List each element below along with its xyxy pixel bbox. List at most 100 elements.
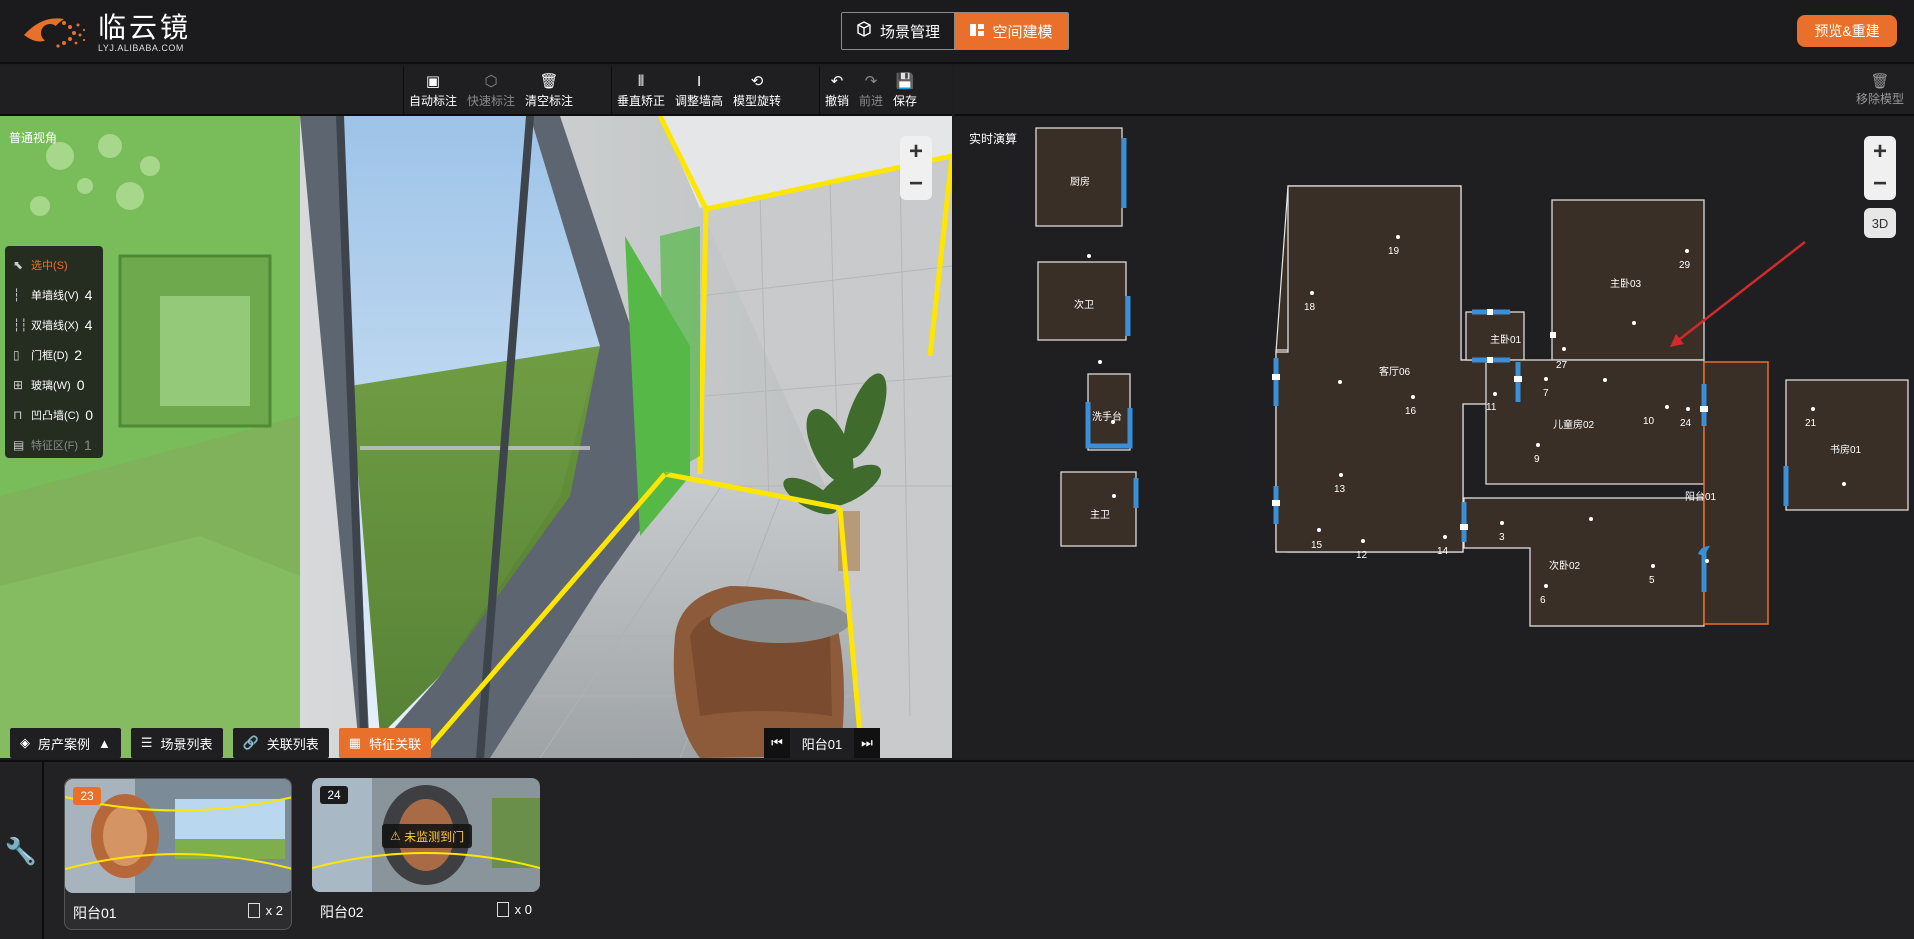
wrench-icon[interactable]: 🔧: [0, 762, 44, 939]
select-tool[interactable]: ⬉ 选中(S): [5, 250, 103, 280]
clear-mark-button[interactable]: 🗑 清空标注: [520, 66, 578, 114]
single-wall-tool[interactable]: ┆ 单墙线(V) 4: [5, 280, 103, 310]
undo-button[interactable]: ↶ 撤销: [820, 66, 854, 114]
zoom-out-button[interactable]: −: [900, 168, 932, 200]
single-wall-label: 单墙线(V): [31, 290, 79, 302]
point-label: 24: [1680, 418, 1692, 429]
plan-zoom-in-button[interactable]: +: [1864, 136, 1896, 168]
cursor-icon: ⬉: [13, 258, 24, 272]
save-label: 保存: [893, 93, 918, 108]
logo-domain: LYJ.ALIBABA.COM: [98, 43, 184, 53]
glass-tool[interactable]: ⊞ 玻璃(W) 0: [5, 370, 103, 400]
house-case-tab[interactable]: ◈ 房产案例 ▲: [10, 728, 121, 758]
point-label: 6: [1540, 595, 1546, 606]
door-icon: [496, 902, 509, 917]
scene-thumb-door-count: x 2: [247, 903, 283, 918]
rotate-model-button[interactable]: ⟲ 模型旋转: [728, 66, 786, 114]
undo-icon: ↶: [830, 72, 844, 90]
point-label: 11: [1486, 402, 1497, 413]
no-door-warning: ⚠ 未监测到门: [382, 824, 473, 848]
auto-mark-icon: ▣: [425, 72, 441, 90]
toggle-3d-button[interactable]: 3D: [1864, 208, 1896, 238]
single-wall-icon: ┆: [13, 288, 21, 302]
room-label-second-bath: 次卫: [1074, 300, 1094, 311]
next-scene-button[interactable]: ⏭: [854, 728, 880, 758]
vertical-fix-button[interactable]: ⦀ 垂直矫正: [612, 66, 670, 114]
clear-mark-label: 清空标注: [525, 93, 574, 108]
link-list-tab[interactable]: 🔗 关联列表: [232, 728, 329, 758]
logo-title: 临云镜: [98, 11, 192, 44]
panorama-scene: [0, 116, 952, 758]
quick-mark-icon: ⬡: [484, 72, 498, 90]
link-list-label: 关联列表: [266, 736, 319, 752]
scene-thumb-2[interactable]: 24 ⚠ 未监测到门 阳台02 x 0: [312, 778, 540, 930]
scene-thumb-1[interactable]: 23 阳台01 x 2: [64, 778, 292, 930]
scene-thumb-badge: 24: [320, 786, 348, 804]
zoom-in-button[interactable]: +: [900, 136, 932, 168]
door-frame-tool[interactable]: ▯ 门框(D) 2: [5, 340, 103, 370]
door-icon: [247, 903, 260, 918]
save-button[interactable]: 💾 保存: [888, 66, 922, 114]
door-count-value: x 2: [265, 903, 283, 918]
room-label-master01: 主卧01: [1490, 335, 1522, 346]
plan-zoom-out-button[interactable]: −: [1864, 168, 1896, 200]
double-wall-label: 双墙线(X): [31, 320, 79, 332]
point-label: 27: [1556, 360, 1568, 371]
single-wall-count: 4: [84, 287, 93, 303]
view-mode-label: 普通视角: [9, 131, 58, 145]
scene-list-tab[interactable]: ☰ 场景列表: [130, 728, 223, 758]
preview-rebuild-button[interactable]: 预览&重建: [1797, 15, 1897, 47]
adjust-tools: ⦀ 垂直矫正 Ι 调整墙高 ⟲ 模型旋转: [611, 66, 786, 114]
remove-model-button[interactable]: 🗑 移除模型: [1856, 72, 1904, 107]
scene-thumb-name: 阳台01: [73, 905, 117, 921]
point-label: 13: [1334, 484, 1346, 495]
mode-switch: 场景管理 空间建模: [841, 12, 1069, 50]
plan-zoom-control: + −: [1864, 136, 1896, 200]
redo-button[interactable]: ↷ 前进: [854, 66, 888, 114]
scene-thumbnail-strip: 🔧 23 阳台01 x 2 24 ⚠ 未监测到门 阳台02 x 0: [0, 760, 1914, 939]
panorama-view[interactable]: 普通视角 + − ⬉ 选中(S) ┆ 单墙线(V) 4 ┆┆ 双墙线(X) 4 ▯ 门框(D…: [0, 116, 952, 758]
feature-area-tool[interactable]: ▤ 特征区(F) 1: [5, 430, 103, 460]
annotation-count-panel: ⬉ 选中(S) ┆ 单墙线(V) 4 ┆┆ 双墙线(X) 4 ▯ 门框(D) 2 ⊞ 玻璃(W)…: [5, 246, 103, 458]
floor-plan-canvas: [1035, 127, 1909, 627]
prev-scene-button[interactable]: ⏮: [764, 728, 790, 758]
glass-count: 0: [76, 377, 85, 393]
point-label: 5: [1649, 575, 1655, 586]
grid-icon: ▦: [348, 735, 362, 750]
scene-thumb-name: 阳台02: [320, 904, 364, 920]
double-wall-icon: ┆┆: [13, 318, 28, 332]
save-icon: 💾: [895, 72, 915, 90]
logo-eye-icon: [20, 13, 92, 53]
bump-wall-tool[interactable]: ⊓ 凹凸墙(C) 0: [5, 400, 103, 430]
trash-icon: 🗑: [1870, 73, 1890, 90]
room-second-bed: [1463, 497, 1705, 627]
double-wall-tool[interactable]: ┆┆ 双墙线(X) 4: [5, 310, 103, 340]
scene-thumb-door-count: x 0: [496, 902, 532, 917]
room-label-kids: 儿童房02: [1553, 420, 1595, 431]
mode-scene-label: 场景管理: [879, 23, 940, 41]
glass-label: 玻璃(W): [31, 380, 71, 392]
point-label: 21: [1805, 418, 1817, 429]
adjust-wall-button[interactable]: Ι 调整墙高: [670, 66, 728, 114]
floor-plan-view[interactable]: 实时演算 厨房 次卫 洗手台 主卫 客厅06 主卧01 主卧03 儿童房02 次…: [954, 116, 1914, 758]
bump-wall-count: 0: [85, 407, 94, 423]
quick-mark-button[interactable]: ⬡ 快速标注: [462, 66, 520, 114]
history-tools: ↶ 撤销 ↷ 前进 💾 保存: [819, 66, 922, 114]
mode-scene-button[interactable]: 场景管理: [842, 13, 955, 49]
quick-mark-label: 快速标注: [467, 93, 516, 108]
adjust-wall-label: 调整墙高: [675, 93, 724, 108]
feature-link-tab[interactable]: ▦ 特征关联: [338, 728, 432, 758]
mode-space-button[interactable]: 空间建模: [955, 13, 1068, 49]
auto-mark-button[interactable]: ▣ 自动标注: [404, 66, 462, 114]
vertical-fix-label: 垂直矫正: [617, 93, 666, 108]
cube-icon: [856, 21, 872, 41]
point-label: 16: [1405, 406, 1417, 417]
app-root: 临云镜 LYJ.ALIBABA.COM 场景管理 空间建模 预览&重建 ▣ 自动标…: [0, 0, 1914, 939]
wall-height-icon: Ι: [696, 72, 702, 90]
rotate-icon: ⟲: [750, 72, 764, 90]
room-label-kitchen: 厨房: [1070, 177, 1090, 188]
pano-zoom-control: + −: [900, 136, 932, 200]
point-label: 19: [1388, 246, 1400, 257]
feature-area-count: 1: [84, 437, 92, 453]
rotate-model-label: 模型旋转: [733, 93, 782, 108]
